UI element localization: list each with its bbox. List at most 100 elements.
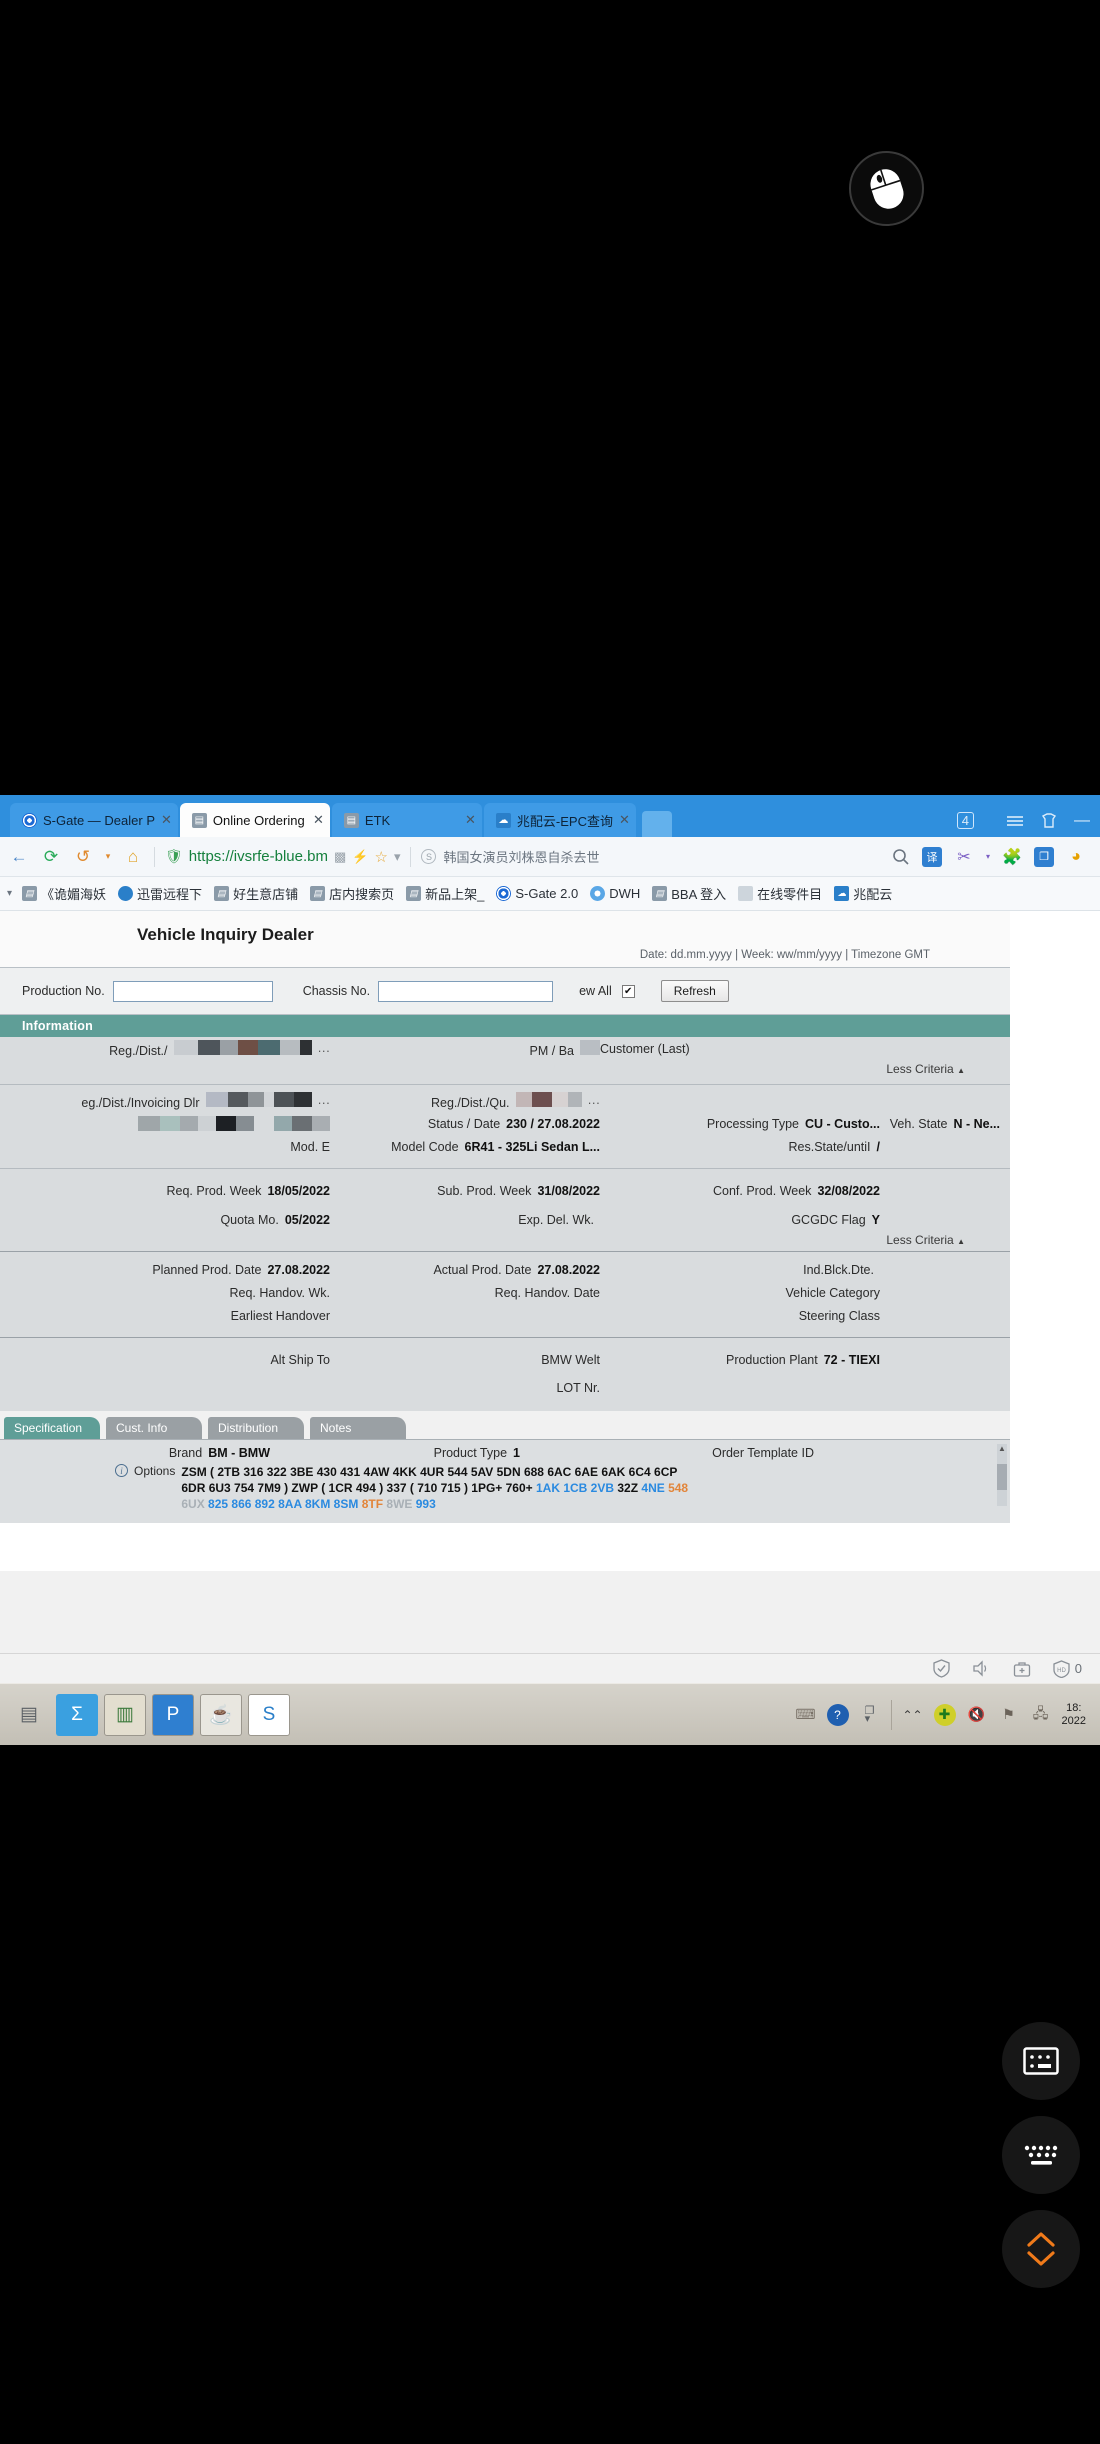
browser-tab-3[interactable]: ☁ 兆配云-EPC查询 ✕: [483, 803, 636, 837]
bookmark-item[interactable]: S-Gate 2.0: [491, 884, 583, 903]
search-suggestion[interactable]: S 韩国女演员刘株恩自杀去世: [421, 847, 599, 866]
bookmark-item[interactable]: ▤ BBA 登入: [647, 882, 731, 905]
account-icon[interactable]: ◕: [1066, 847, 1086, 867]
less-criteria-label: Less Criteria: [886, 1062, 954, 1076]
briefcase-plus-icon[interactable]: [1013, 1660, 1031, 1678]
status-date-label: Status / Date: [427, 1116, 501, 1131]
reg-dist-field: Reg./Dist./ ···: [0, 1039, 330, 1058]
chassis-no-input[interactable]: [378, 980, 554, 1002]
pm-ba-label: PM / Ba: [529, 1043, 574, 1058]
file-explorer-icon[interactable]: ▥: [104, 1693, 146, 1736]
options-label: Options: [134, 1464, 176, 1478]
specification-scrollbar[interactable]: ▲: [997, 1444, 1007, 1506]
bookmark-item[interactable]: ▤ 好生意店铺: [209, 882, 303, 905]
tab-count-badge[interactable]: 4: [956, 812, 974, 829]
status-date-value: 230 / 27.08.2022: [506, 1116, 600, 1131]
scroll-toggle-button[interactable]: [1002, 2210, 1080, 2288]
bookmark-item[interactable]: ▤ 新品上架_: [401, 882, 489, 905]
puzzle-extension-icon[interactable]: 🧩: [1002, 847, 1022, 867]
dwh-favicon: [590, 886, 606, 901]
less-criteria-toggle-2[interactable]: Less Criteria ▲: [0, 1231, 1010, 1251]
bookmark-item[interactable]: 迅雷远程下: [113, 882, 207, 905]
tab-close-icon[interactable]: ✕: [465, 812, 476, 828]
bookmarks-overflow-caret[interactable]: ▾: [4, 888, 15, 899]
copy-window-icon[interactable]: ❐: [1034, 846, 1054, 867]
bookmark-item[interactable]: ▤ 《诡媚海妖: [17, 882, 111, 905]
antivirus-icon[interactable]: ✚: [933, 1703, 956, 1726]
s-app-icon[interactable]: S: [248, 1693, 290, 1736]
minimize-button[interactable]: —: [1074, 812, 1090, 829]
java-icon[interactable]: ☕: [200, 1693, 242, 1736]
bookmark-item[interactable]: DWH: [585, 884, 645, 903]
expand-icon[interactable]: ❐ ▾: [859, 1704, 881, 1726]
home-button[interactable]: ⌂: [122, 847, 144, 867]
address-bar-right-icons: 译 ✂ ▾ 🧩 ❐ ◕: [892, 846, 1092, 867]
lightning-icon[interactable]: ⚡: [352, 849, 368, 865]
earliest-handover-field: Earliest Handover: [0, 1309, 330, 1323]
keyboard-layout-icon[interactable]: ⌨: [795, 1704, 817, 1726]
hd-shield-group[interactable]: HD 0: [1053, 1659, 1082, 1678]
less-criteria-caret-icon: ▲: [957, 1237, 965, 1246]
bookmark-item[interactable]: 在线零件目: [733, 882, 827, 905]
history-button[interactable]: ↺: [72, 847, 94, 867]
view-all-label: ew All: [579, 984, 612, 998]
production-no-input[interactable]: [112, 980, 273, 1002]
options-orange-a: 548: [668, 1481, 689, 1496]
tab-specification[interactable]: Specification: [4, 1417, 100, 1439]
powershell-icon[interactable]: Σ: [56, 1693, 98, 1736]
search-icon[interactable]: [892, 848, 910, 866]
bookmark-item[interactable]: ☁ 兆配云: [829, 882, 897, 905]
browser-tab-0[interactable]: S-Gate — Dealer P ✕: [10, 803, 178, 837]
shield-check-icon[interactable]: [933, 1659, 950, 1678]
tab-close-icon[interactable]: ✕: [161, 812, 172, 828]
browser-tab-strip: S-Gate — Dealer P ✕ ▤ Online Ordering ✕ …: [0, 795, 1100, 837]
bookmarks-bar: ▾ ▤ 《诡媚海妖 迅雷远程下 ▤ 好生意店铺 ▤ 店内搜索页 ▤ 新品上架_ S-Ga…: [0, 877, 1100, 911]
flag-icon[interactable]: ⚑: [998, 1704, 1020, 1726]
refresh-button[interactable]: Refresh: [660, 980, 729, 1002]
chassis-no-label: Chassis No.: [302, 984, 371, 998]
bookmark-item[interactable]: ▤ 店内搜索页: [305, 882, 399, 905]
scissors-icon[interactable]: ✂: [954, 847, 974, 867]
clock-time: 18:: [1066, 1701, 1082, 1714]
taskbar-clock[interactable]: 18: 2022: [1062, 1702, 1092, 1727]
production-plant-field: Production Plant 72 - TIEXI: [600, 1353, 880, 1367]
help-icon[interactable]: ?: [826, 1703, 849, 1726]
shredder-icon[interactable]: ▤: [8, 1694, 50, 1736]
input-panel-button[interactable]: [1002, 2022, 1080, 2100]
scissors-caret-icon[interactable]: ▾: [986, 852, 990, 861]
info-icon[interactable]: i: [115, 1464, 128, 1477]
speaker-icon[interactable]: [972, 1660, 991, 1677]
browser-tab-2[interactable]: ▤ ETK ✕: [331, 803, 482, 837]
history-caret-icon[interactable]: ▾: [104, 851, 112, 862]
keyboard-button[interactable]: [1002, 2116, 1080, 2194]
view-all-checkbox[interactable]: ✔: [621, 984, 635, 998]
field-row: eg./Dist./Invoicing Dlr ··· Reg./Dist./Q…: [0, 1089, 1010, 1112]
reload-button[interactable]: ⟳: [40, 847, 62, 867]
bookmark-label: 兆配云: [853, 887, 893, 902]
tab-distribution[interactable]: Distribution: [208, 1417, 304, 1439]
scroll-updown-icon: [1027, 2232, 1055, 2266]
browser-tab-label: ETK: [364, 812, 391, 828]
scrollbar-thumb[interactable]: [997, 1464, 1007, 1490]
translate-icon[interactable]: 译: [921, 846, 942, 867]
pdf-reader-icon[interactable]: P: [152, 1693, 194, 1736]
qr-code-icon[interactable]: ▩: [334, 849, 346, 865]
tab-notes[interactable]: Notes: [310, 1417, 406, 1439]
tab-close-icon[interactable]: ✕: [619, 812, 630, 828]
divider: [0, 1084, 1010, 1085]
scroll-up-arrow-icon[interactable]: ▲: [997, 1444, 1007, 1454]
network-icon[interactable]: 🖧: [1030, 1704, 1052, 1726]
bookmark-star-icon[interactable]: ☆: [374, 848, 387, 866]
tab-close-icon[interactable]: ✕: [313, 812, 324, 828]
field-row: Reg./Dist./ ··· PM / Ba Customer (Last): [0, 1037, 1010, 1060]
back-button[interactable]: ←: [8, 847, 30, 867]
mute-icon[interactable]: 🔇: [966, 1704, 988, 1726]
conf-prod-week-label: Conf. Prod. Week: [713, 1183, 812, 1198]
star-caret-icon[interactable]: ▾: [394, 849, 401, 865]
browser-tab-1[interactable]: ▤ Online Ordering ✕: [179, 803, 330, 837]
show-hidden-icon[interactable]: ⌃⌃: [902, 1704, 924, 1726]
tab-cust-info[interactable]: Cust. Info: [106, 1417, 202, 1439]
new-tab-button[interactable]: [641, 811, 672, 837]
less-criteria-toggle-1[interactable]: Less Criteria ▲: [0, 1060, 1010, 1080]
url-bar[interactable]: 🛡 https://ivsrfe-blue.bm ▩ ⚡ ☆ ▾: [165, 848, 400, 866]
